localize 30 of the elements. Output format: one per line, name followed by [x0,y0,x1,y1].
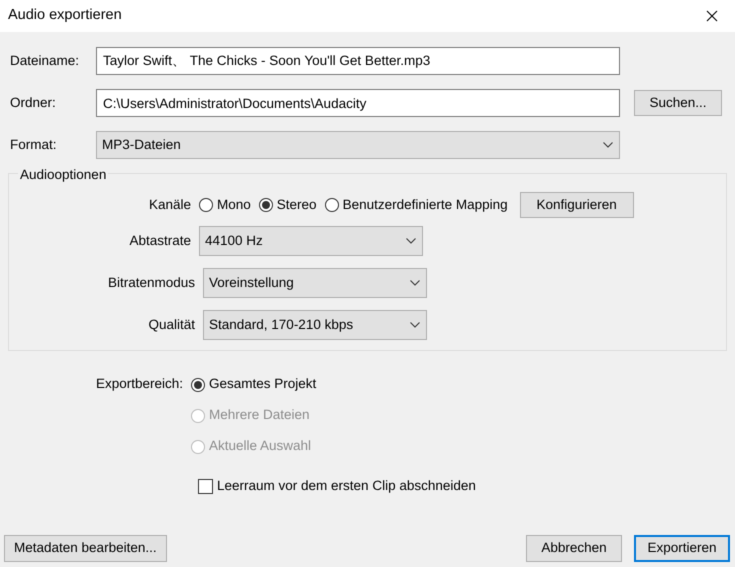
radio-button[interactable]: Gesamtes Projekt [191,374,316,395]
chevron-down-icon [603,142,613,148]
radio-button[interactable]: Benutzerdefinierte Mapping [324,194,508,216]
dropdown[interactable]: MP3-Dateien [96,131,620,159]
text-field[interactable]: C:\Users\Administrator\Documents\Audacity [96,89,620,117]
option-label: Abtastrate [128,232,192,250]
chevron-down-icon [406,238,416,244]
dialog-button[interactable]: Metadaten bearbeiten... [4,535,167,562]
window-title: Audio exportieren [8,6,122,26]
dropdown[interactable]: Voreinstellung [203,268,427,298]
chevron-down-icon [410,322,420,328]
option-label: Qualität [147,316,196,334]
radio-button[interactable]: Mono [199,194,251,216]
radio-button[interactable]: Stereo [258,194,317,216]
dropdown[interactable]: 44100 Hz [199,226,423,256]
text-field[interactable]: Taylor Swift、 The Chicks - Soon You'll Get Better.mp3 [96,47,620,75]
option-label: Kanäle [148,196,192,214]
field-label: Dateiname: [9,52,80,70]
field-label: Format: [9,136,58,154]
browse-button[interactable]: Suchen... [634,90,722,116]
dialog-button[interactable]: Exportieren [634,535,730,562]
checkbox[interactable]: Leerraum vor dem ersten Clip abschneiden [198,476,476,496]
configure-button[interactable]: Konfigurieren [520,192,634,218]
dialog-button[interactable]: Abbrechen [526,535,622,562]
field-label: Ordner: [9,94,57,112]
option-label: Bitratenmodus [106,274,196,292]
option-label: Exportbereich: [94,375,184,394]
close-icon [706,10,718,22]
dropdown[interactable]: Standard, 170-210 kbps [203,310,427,340]
chevron-down-icon [410,280,420,286]
